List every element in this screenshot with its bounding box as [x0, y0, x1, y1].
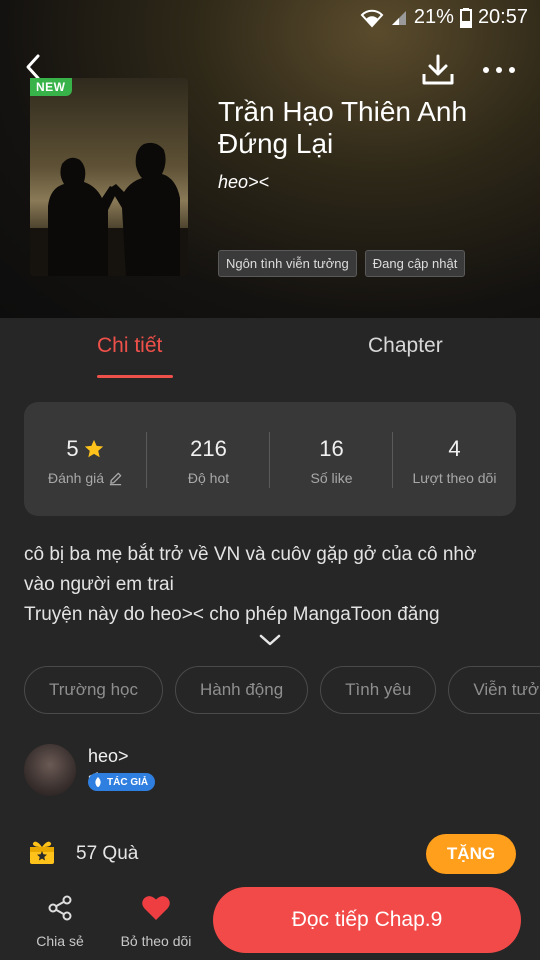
give-gift-button[interactable]: TẶNG: [426, 834, 516, 874]
new-badge: NEW: [30, 78, 72, 96]
battery-percent: 21%: [413, 6, 454, 28]
avatar[interactable]: [24, 744, 76, 796]
download-button[interactable]: [420, 52, 456, 88]
share-icon: [48, 895, 72, 921]
battery-icon: [459, 7, 472, 28]
more-dots-icon: [483, 67, 515, 73]
likes-value: 16: [319, 436, 344, 461]
author-badge-icon: [95, 777, 101, 787]
expand-description-button[interactable]: [258, 632, 282, 648]
hot-value: 216: [190, 436, 227, 461]
star-icon: [84, 439, 103, 458]
stat-rating[interactable]: 5 Đánh giá: [24, 436, 147, 486]
unfollow-button[interactable]: Bỏ theo dõi: [116, 894, 196, 949]
stat-likes: 16 Số like: [270, 436, 393, 486]
stat-follows: 4 Lượt theo dõi: [393, 436, 516, 486]
bottom-action-bar: Chia sẻ Bỏ theo dõi Đọc tiếp Chap.9: [0, 884, 540, 960]
follows-value: 4: [448, 436, 461, 461]
description-line: cô bị ba mẹ bắt trở về VN và cuôv gặp gở…: [24, 544, 477, 565]
gift-icon: [28, 838, 56, 866]
tab-detail[interactable]: Chi tiết: [97, 334, 162, 358]
book-cover: [30, 78, 188, 276]
share-label: Chia sẻ: [36, 933, 84, 949]
topic-tag[interactable]: Trường học: [24, 666, 163, 714]
tab-chapter[interactable]: Chapter: [368, 334, 443, 358]
genre-tags: Ngôn tình viễn tưởng Đang cập nhật: [218, 250, 466, 277]
status-bar: 21% 20:57: [0, 0, 540, 38]
gift-row: 57 Quà TẶNG: [28, 834, 516, 874]
author-badge-label: TÁC GIẢ: [107, 776, 149, 788]
description-line: Truyện này do heo>< cho phép MangaToon đ…: [24, 604, 440, 625]
gift-count: 57 Quà: [76, 843, 139, 864]
edit-pencil-icon: [109, 472, 122, 485]
status-tag: Đang cập nhật: [364, 250, 466, 277]
heart-icon: [142, 896, 170, 920]
likes-label: Số like: [310, 470, 353, 486]
follows-label: Lượt theo dõi: [412, 470, 497, 486]
stat-hot: 216 Độ hot: [147, 436, 270, 486]
continue-reading-button[interactable]: Đọc tiếp Chap.9: [213, 887, 521, 953]
rating-value: 5: [66, 436, 79, 461]
hot-label: Độ hot: [187, 470, 230, 486]
tab-active-indicator: [97, 375, 173, 378]
book-header: 21% 20:57 NEW Trần Hạo Thiên Anh Đứng Lạ…: [0, 0, 540, 318]
more-button[interactable]: [480, 58, 518, 82]
description-line: vào người em trai: [24, 574, 174, 595]
author-badge: TÁC GIẢ: [88, 773, 156, 791]
topic-tag[interactable]: Tình yêu: [320, 666, 437, 714]
download-icon: [422, 54, 454, 85]
topic-tag[interactable]: Viễn tưởng: [448, 666, 540, 714]
book-description: cô bị ba mẹ bắt trở về VN và cuôv gặp gở…: [24, 540, 524, 630]
signal-icon: [390, 9, 408, 27]
book-author[interactable]: heo><: [218, 172, 269, 193]
unfollow-label: Bỏ theo dõi: [120, 933, 192, 949]
tab-bar: Chi tiết Chapter: [0, 318, 540, 384]
stats-card: 5 Đánh giá 216 Độ hot 16 Số like 4 Lượt …: [24, 402, 516, 516]
clock: 20:57: [477, 6, 528, 28]
topic-tag[interactable]: Hành động: [174, 666, 309, 714]
genre-tag[interactable]: Ngôn tình viễn tưởng: [218, 250, 357, 277]
topic-tags: Trường học Hành động Tình yêu Viễn tưởng: [24, 666, 540, 716]
share-button[interactable]: Chia sẻ: [30, 894, 90, 949]
wifi-icon: [360, 8, 384, 28]
chevron-down-icon: [259, 634, 281, 646]
rating-label: Đánh giá: [47, 470, 105, 486]
book-title: Trần Hạo Thiên Anh Đứng Lại: [218, 96, 468, 159]
